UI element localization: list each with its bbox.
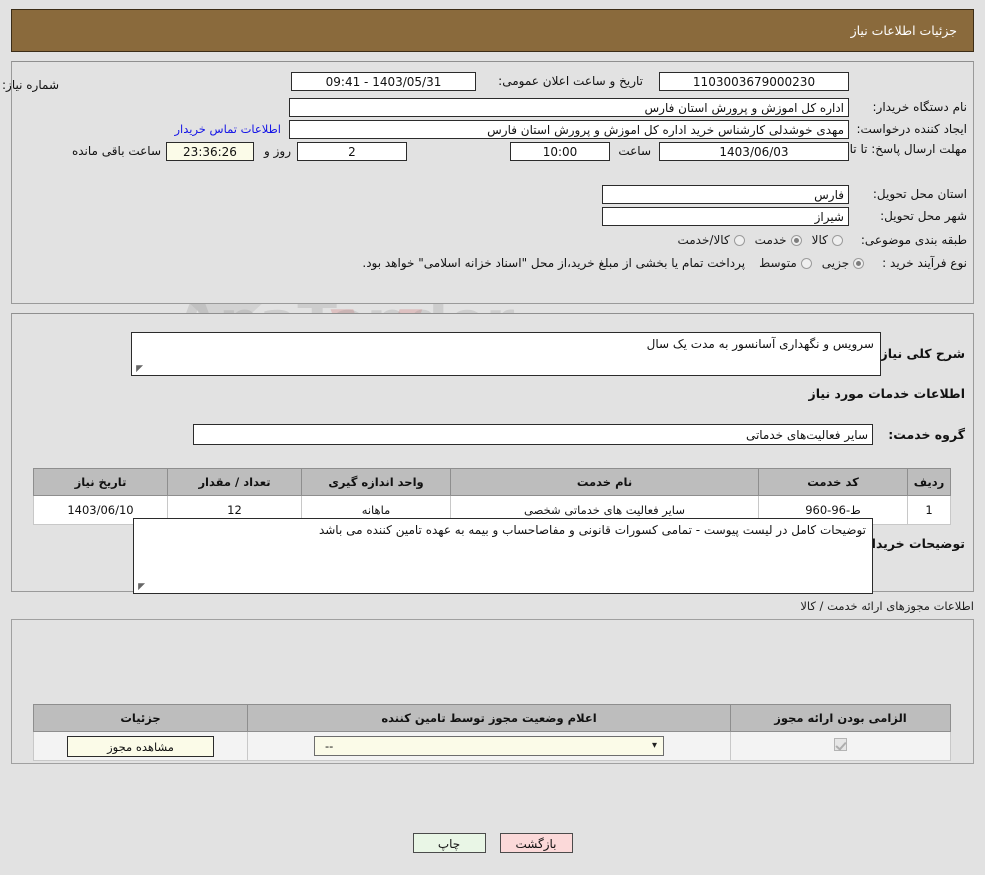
col-permit-details: جزئیات <box>33 704 248 732</box>
radio-category-goods-service[interactable] <box>733 234 745 246</box>
need-summary-label: شرح کلی نیاز: <box>875 346 965 361</box>
request-creator-value: مهدی خوشدلی کارشناس خرید اداره کل اموزش … <box>289 120 849 139</box>
footer-actions: بازگشت چاپ <box>0 833 985 853</box>
permit-status-select[interactable]: ▾ -- <box>314 736 664 756</box>
resize-grip-icon[interactable]: ◤ <box>136 583 145 592</box>
remaining-days-label: روز و <box>264 144 291 158</box>
page-title: جزئیات اطلاعات نیاز <box>850 23 957 38</box>
need-number-label: شماره نیاز: <box>2 78 59 92</box>
view-permit-button[interactable]: مشاهده مجوز <box>67 735 214 757</box>
radio-category-service[interactable] <box>790 234 802 246</box>
col-permit-required: الزامی بودن ارائه مجوز <box>730 704 951 732</box>
cell-row-number: 1 <box>907 495 951 525</box>
cell-permit-required <box>730 731 951 761</box>
need-summary-value: سرویس و نگهداری آسانسور به مدت یک سال <box>646 337 874 351</box>
buyer-org-value: اداره کل اموزش و پرورش استان فارس <box>289 98 849 117</box>
countdown-timer-value: 23:36:26 <box>166 142 254 161</box>
col-service-code: کد خدمت <box>758 468 908 496</box>
radio-category-service-label: خدمت <box>754 233 787 247</box>
cell-permit-status: ▾ -- <box>247 731 731 761</box>
delivery-province-value: فارس <box>602 185 849 204</box>
buyer-notes-value: توضیحات کامل در لیست پیوست - تمامی کسورا… <box>318 523 866 537</box>
radio-category-goods[interactable] <box>831 234 843 246</box>
delivery-province-label: استان محل تحویل: <box>872 187 967 201</box>
response-deadline-label: مهلت ارسال پاسخ: تا تاریخ: <box>828 142 967 156</box>
deadline-time-value: 10:00 <box>510 142 610 161</box>
col-permit-status: اعلام وضعیت مجوز توسط تامین کننده <box>247 704 731 732</box>
remaining-days-value: 2 <box>297 142 407 161</box>
services-section-heading: اطلاعات خدمات مورد نیاز <box>808 386 966 401</box>
radio-category-goods-service-label: کالا/خدمت <box>677 233 730 247</box>
service-group-label: گروه خدمت: <box>888 427 965 442</box>
titlebar-wrapper: جزئیات اطلاعات نیاز <box>0 0 985 52</box>
table-row: ▾ -- مشاهده مجوز <box>33 731 951 761</box>
announce-datetime-value: 1403/05/31 - 09:41 <box>291 72 476 91</box>
col-unit: واحد اندازه گیری <box>301 468 451 496</box>
need-number-value: 1103003679000230 <box>659 72 849 91</box>
radio-category-goods-label: کالا <box>811 233 828 247</box>
resize-grip-icon[interactable]: ◤ <box>134 365 143 374</box>
permits-panel: الزامی بودن ارائه مجوز اعلام وضعیت مجوز … <box>11 619 974 764</box>
buyer-org-label: نام دستگاه خریدار: <box>872 100 968 114</box>
cell-permit-details: مشاهده مجوز <box>33 731 248 761</box>
radio-process-minor-label: جزیی <box>821 256 850 270</box>
need-summary-textarea[interactable]: سرویس و نگهداری آسانسور به مدت یک سال ◤ <box>131 332 881 376</box>
announce-datetime-label: تاریخ و ساعت اعلان عمومی: <box>498 74 643 88</box>
radio-process-minor[interactable] <box>853 257 865 269</box>
radio-process-medium[interactable] <box>800 257 812 269</box>
permit-required-checkbox[interactable] <box>834 738 847 751</box>
deadline-date-value: 1403/06/03 <box>659 142 849 161</box>
purchase-process-label: نوع فرآیند خرید : <box>882 255 967 270</box>
col-need-date: تاریخ نیاز <box>33 468 168 496</box>
deadline-hour-label: ساعت <box>618 144 651 158</box>
service-items-table: ردیف کد خدمت نام خدمت واحد اندازه گیری ت… <box>33 468 951 525</box>
service-group-value: سایر فعالیت‌های خدماتی <box>193 424 873 445</box>
need-info-panel: شماره نیاز: 1103003679000230 تاریخ و ساع… <box>2 61 974 304</box>
print-button[interactable]: چاپ <box>412 833 486 853</box>
col-quantity: تعداد / مقدار <box>167 468 302 496</box>
col-service-name: نام خدمت <box>450 468 759 496</box>
page-root: جزئیات اطلاعات نیاز شماره نیاز: 11030036… <box>0 0 985 853</box>
purchase-process-radio-group: جزیی متوسط <box>749 256 865 270</box>
permits-table: الزامی بودن ارائه مجوز اعلام وضعیت مجوز … <box>33 704 951 761</box>
permits-section-caption: اطلاعات مجوزهای ارائه خدمت / کالا <box>800 599 974 613</box>
chevron-down-icon: ▾ <box>651 740 657 751</box>
buyer-notes-textarea[interactable]: توضیحات کامل در لیست پیوست - تمامی کسورا… <box>133 518 873 594</box>
table-header-row: ردیف کد خدمت نام خدمت واحد اندازه گیری ت… <box>33 468 951 496</box>
subject-category-radio-group: کالا خدمت کالا/خدمت <box>667 233 843 247</box>
table-header-row: الزامی بودن ارائه مجوز اعلام وضعیت مجوز … <box>33 704 951 732</box>
radio-process-medium-label: متوسط <box>759 256 797 270</box>
countdown-timer-label: ساعت باقی مانده <box>71 144 161 158</box>
buyer-contact-link[interactable]: اطلاعات تماس خریدار <box>174 120 281 139</box>
delivery-city-value: شیراز <box>602 207 849 226</box>
page-title-bar: جزئیات اطلاعات نیاز <box>11 9 974 52</box>
subject-category-label: طبقه بندی موضوعی: <box>860 232 967 247</box>
need-details-panel: شرح کلی نیاز: سرویس و نگهداری آسانسور به… <box>11 313 974 594</box>
permit-status-value: -- <box>325 739 334 753</box>
islamic-treasury-payment-note: پرداخت تمام یا بخشی از مبلغ خرید،از محل … <box>362 255 746 270</box>
back-button[interactable]: بازگشت <box>499 833 573 853</box>
col-row-number: ردیف <box>907 468 951 496</box>
delivery-city-label: شهر محل تحویل: <box>880 209 967 223</box>
request-creator-label: ایجاد کننده درخواست: <box>856 122 967 136</box>
